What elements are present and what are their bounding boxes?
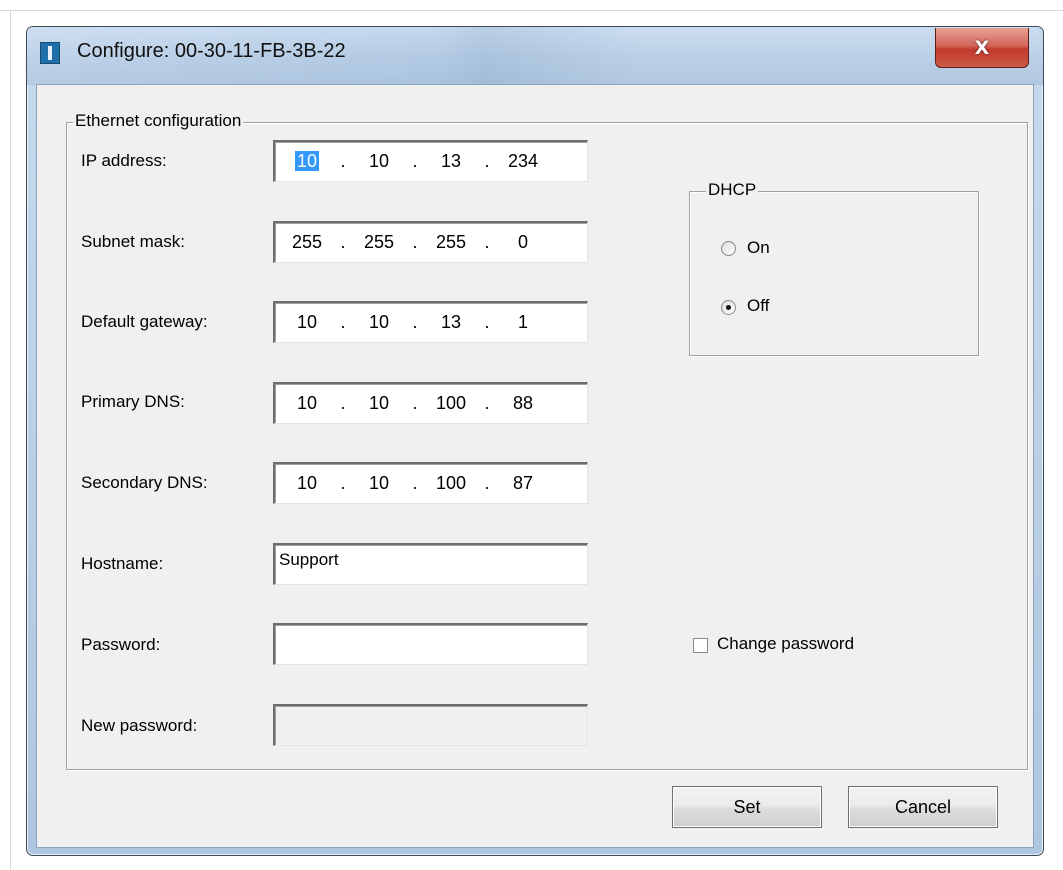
default-gateway-octet-4[interactable]: 1 [497, 312, 549, 333]
default-gateway-octet-1[interactable]: 10 [281, 312, 333, 333]
app-icon [40, 42, 60, 64]
secondary-dns-octet-2[interactable]: 10 [353, 473, 405, 494]
close-button[interactable]: X [935, 28, 1029, 68]
subnet-mask-octet-2[interactable]: 255 [353, 232, 405, 253]
subnet-mask-octet-4[interactable]: 0 [497, 232, 549, 253]
ip-address-octet-1[interactable]: 10 [281, 151, 333, 172]
ip-address-input[interactable]: 10 . 10 . 13 . 234 [273, 140, 588, 182]
dhcp-group-label: DHCP [706, 180, 759, 200]
hostname-label: Hostname: [81, 554, 164, 573]
hostname-input[interactable]: Support [273, 543, 588, 585]
password-value [275, 625, 587, 630]
primary-dns-octet-2[interactable]: 10 [353, 393, 405, 414]
ip-address-octet-2[interactable]: 10 [353, 151, 405, 172]
primary-dns-label: Primary DNS: [81, 392, 185, 411]
new-password-label: New password: [81, 716, 198, 735]
dhcp-on-label[interactable]: On [747, 238, 770, 258]
default-gateway-label: Default gateway: [81, 312, 208, 331]
ethernet-configuration-label: Ethernet configuration [73, 111, 244, 131]
secondary-dns-octet-1[interactable]: 10 [281, 473, 333, 494]
configure-dialog: Configure: 00-30-11-FB-3B-22 X Ethernet … [26, 26, 1044, 856]
title-bar[interactable]: Configure: 00-30-11-FB-3B-22 X [27, 27, 1043, 85]
hostname-value: Support [279, 550, 339, 569]
change-password-label[interactable]: Change password [717, 634, 854, 654]
window-title: Configure: 00-30-11-FB-3B-22 [77, 40, 346, 62]
primary-dns-input[interactable]: 10 . 10 . 100 . 88 [273, 382, 588, 424]
ip-address-octet-4[interactable]: 234 [497, 151, 549, 172]
default-gateway-octet-2[interactable]: 10 [353, 312, 405, 333]
primary-dns-octet-3[interactable]: 100 [425, 393, 477, 414]
default-gateway-input[interactable]: 10 . 10 . 13 . 1 [273, 301, 588, 343]
new-password-input [273, 704, 588, 746]
secondary-dns-label: Secondary DNS: [81, 473, 208, 492]
dhcp-group: DHCP On Off [689, 180, 979, 356]
password-input[interactable] [273, 623, 588, 665]
subnet-mask-octet-1[interactable]: 255 [281, 232, 333, 253]
subnet-mask-octet-3[interactable]: 255 [425, 232, 477, 253]
dialog-body: Ethernet configuration IP address: 10 . … [36, 84, 1034, 848]
cancel-button[interactable]: Cancel [848, 786, 998, 828]
subnet-mask-input[interactable]: 255 . 255 . 255 . 0 [273, 221, 588, 263]
secondary-dns-input[interactable]: 10 . 10 . 100 . 87 [273, 462, 588, 504]
change-password-checkbox[interactable] [693, 638, 708, 653]
default-gateway-octet-3[interactable]: 13 [425, 312, 477, 333]
ip-address-octet-3[interactable]: 13 [425, 151, 477, 172]
new-password-value [275, 706, 587, 711]
dhcp-on-radio[interactable] [721, 241, 736, 256]
dhcp-off-radio[interactable] [721, 300, 736, 315]
password-label: Password: [81, 635, 161, 654]
page-border-left [10, 10, 11, 870]
secondary-dns-octet-3[interactable]: 100 [425, 473, 477, 494]
ip-address-label: IP address: [81, 151, 167, 170]
primary-dns-octet-4[interactable]: 88 [497, 393, 549, 414]
ethernet-configuration-group: Ethernet configuration IP address: 10 . … [66, 111, 1028, 770]
primary-dns-octet-1[interactable]: 10 [281, 393, 333, 414]
secondary-dns-octet-4[interactable]: 87 [497, 473, 549, 494]
subnet-mask-label: Subnet mask: [81, 232, 185, 251]
dhcp-off-label[interactable]: Off [747, 296, 769, 316]
page-border-top [0, 10, 1063, 11]
set-button[interactable]: Set [672, 786, 822, 828]
